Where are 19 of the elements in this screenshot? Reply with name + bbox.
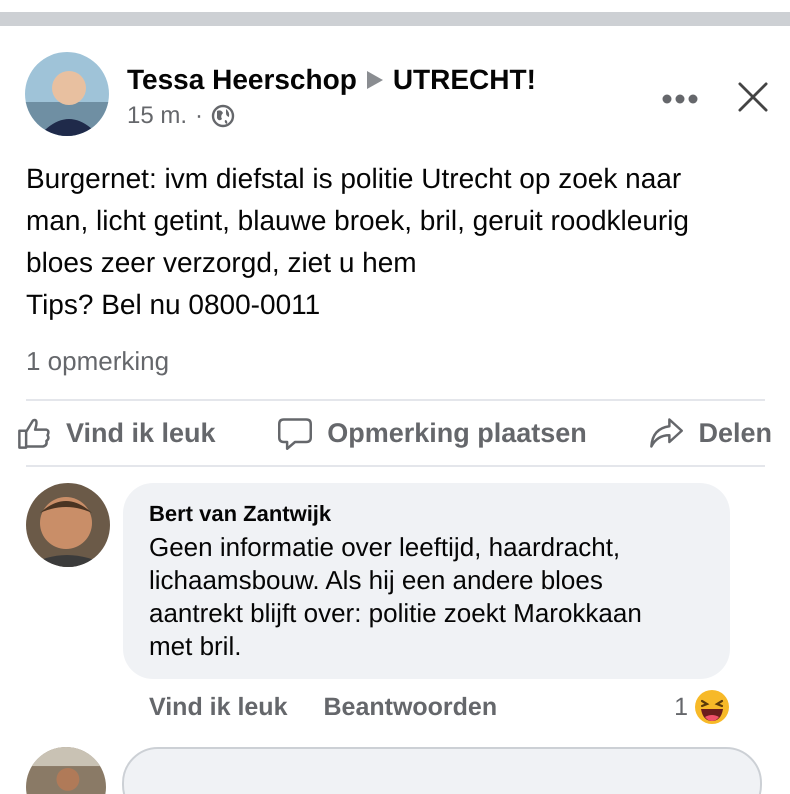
share-button[interactable]: Delen — [648, 407, 772, 459]
comment-button[interactable]: Opmerking plaatsen — [277, 407, 587, 459]
comment-author[interactable]: Bert van Zantwijk — [149, 501, 704, 527]
close-icon[interactable] — [738, 82, 768, 112]
comment-count[interactable]: 1 opmerking — [26, 346, 790, 377]
globe-icon — [211, 104, 236, 128]
comment-action-link[interactable]: Beantwoorden — [323, 692, 498, 722]
comment-text: Geen informatie over leeftijd, haardracht, lichaamsbouw. Als hij een andere bloes aantrekt blijft over: politie zoekt Marokkaan met bril. — [149, 531, 643, 663]
comment-action-link[interactable]: Vind ik leuk — [149, 692, 288, 722]
separator: · — [195, 102, 204, 130]
post-time: 15 m. — [127, 102, 188, 130]
more-icon[interactable] — [662, 94, 698, 104]
author-name[interactable]: Tessa Heerschop — [127, 64, 357, 96]
reaction-count: 1 — [674, 692, 688, 722]
like-button[interactable]: Vind ik leuk — [16, 407, 216, 459]
post-text: Burgernet: ivm diefstal is politie Utrecht op zoek naar man, licht getint, blauwe broek, bril, geruit roodkleurig bloes zeer verzorgd, ziet u hem Tips? Bel nu 0800-0011 — [26, 162, 690, 322]
triangle-icon — [366, 71, 383, 89]
group-name[interactable]: UTRECHT! — [392, 64, 536, 96]
laughing-emoji-icon[interactable] — [694, 689, 730, 725]
